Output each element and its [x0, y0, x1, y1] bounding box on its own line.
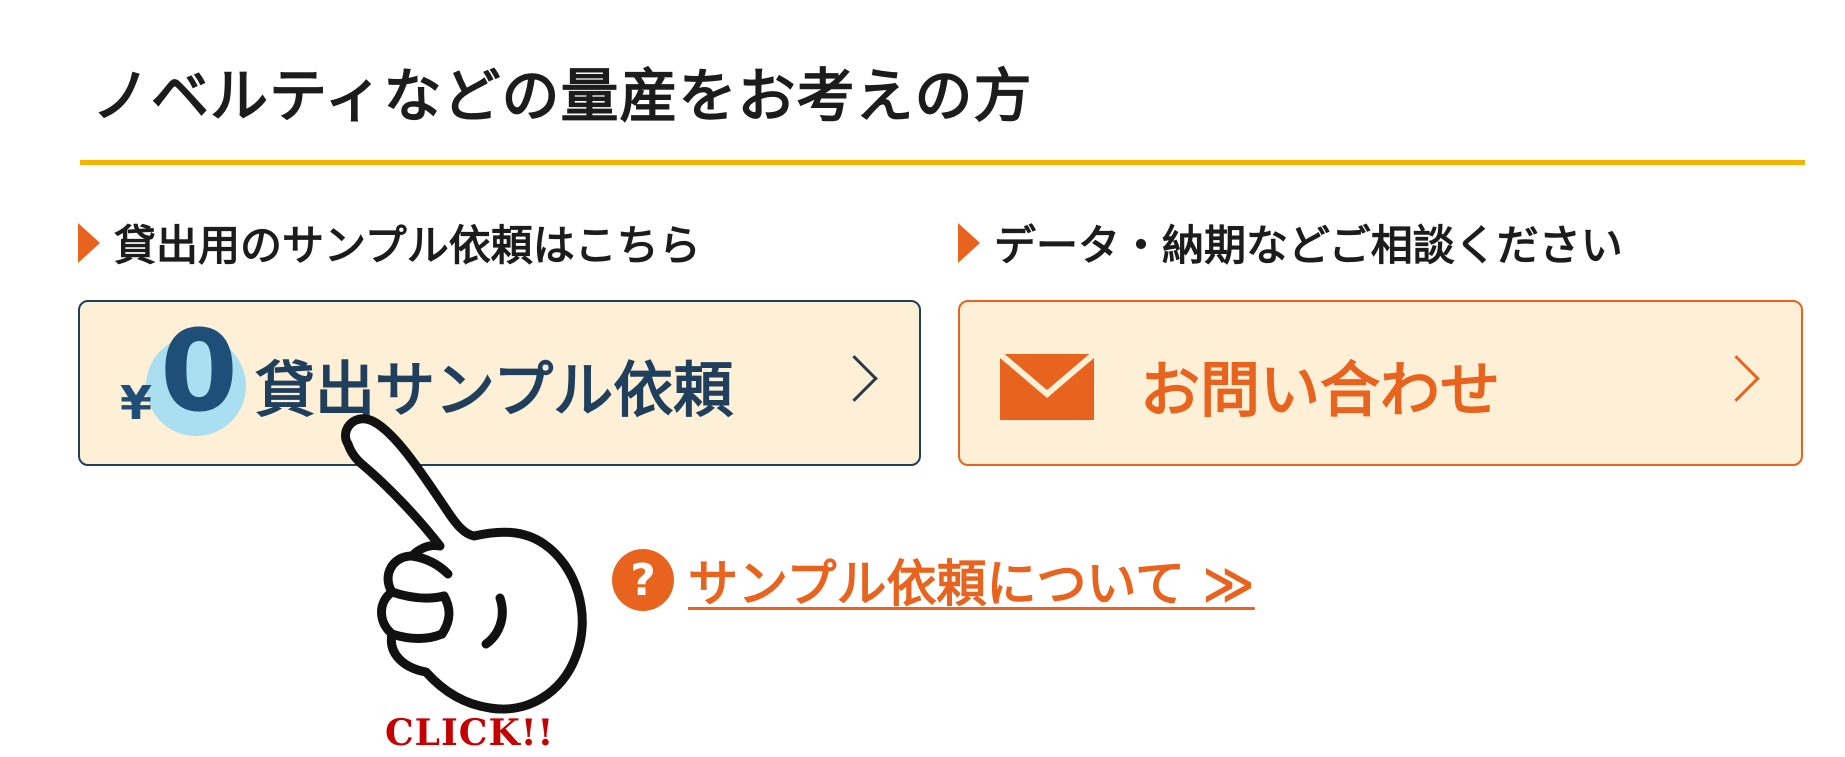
- contact-button[interactable]: お問い合わせ: [958, 300, 1803, 466]
- triangle-bullet-icon: [958, 222, 980, 263]
- title-underline: [80, 160, 1805, 165]
- question-icon: ?: [612, 549, 674, 611]
- zero-yen-badge: ¥ 0: [120, 316, 260, 442]
- about-sample-request-text: サンプル依頼について ≫: [688, 555, 1255, 613]
- contact-button-label: お問い合わせ: [1140, 356, 1500, 426]
- section-title: ノベルティなどの量産をお考えの方: [92, 62, 1033, 130]
- consultation-label: データ・納期などご相談ください: [958, 212, 1623, 273]
- pointing-hand-icon: [341, 414, 587, 714]
- badge-value: 0: [160, 307, 238, 437]
- sample-request-label-text: 貸出用のサンプル依頼はこちら: [114, 221, 701, 270]
- sample-request-label: 貸出用のサンプル依頼はこちら: [78, 212, 701, 273]
- triangle-bullet-icon: [78, 222, 100, 263]
- chevron-right-icon: [1713, 355, 1760, 402]
- click-callout-text: CLICK!!: [385, 712, 555, 754]
- badge-currency: ¥: [120, 376, 153, 430]
- chevron-right-icon: [831, 355, 878, 402]
- mail-icon: [1000, 354, 1094, 420]
- consultation-label-text: データ・納期などご相談ください: [994, 221, 1623, 270]
- about-sample-request-link[interactable]: ? サンプル依頼について ≫: [612, 544, 1255, 616]
